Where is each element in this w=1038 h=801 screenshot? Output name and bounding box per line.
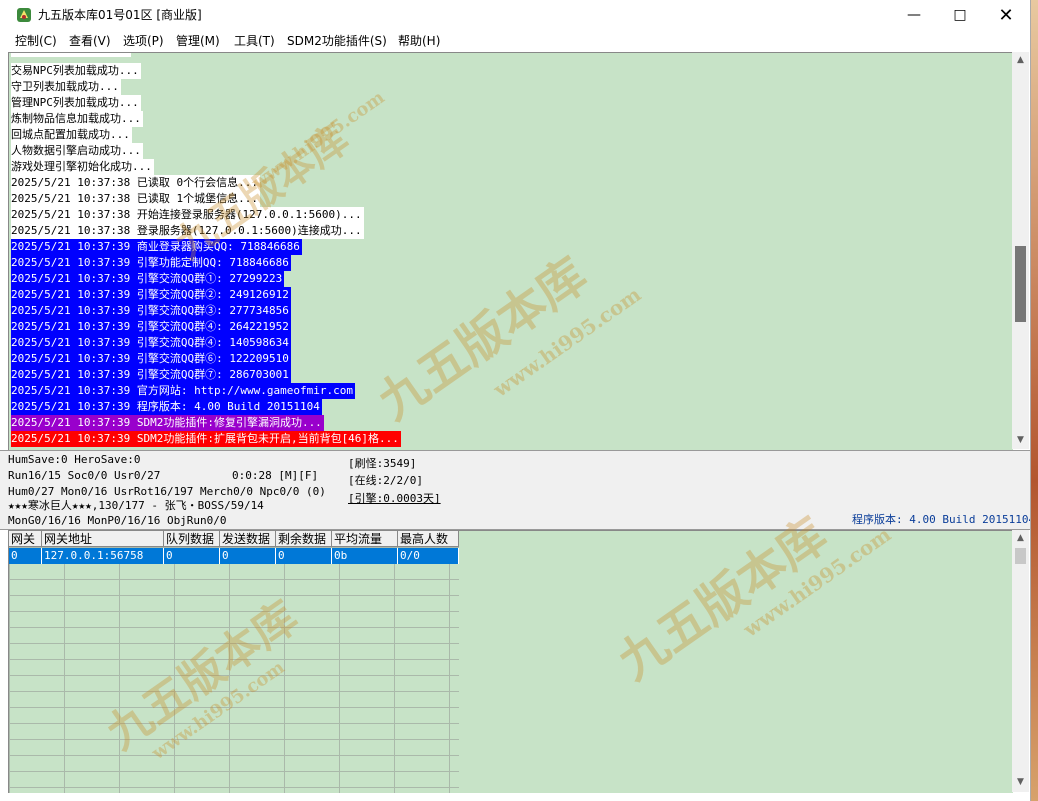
menu-bar: 控制(C) 查看(V) 选项(P) 管理(M) 工具(T) SDM2功能插件(S… bbox=[0, 31, 1030, 51]
log-line: 2025/5/21 10:37:39 商业登录器购买QQ: 718846686 bbox=[11, 239, 302, 255]
log-line: 2025/5/21 10:37:39 SDM2功能插件:扩展背包未开启,当前背包… bbox=[11, 431, 401, 447]
cell-gateway: 0 bbox=[9, 548, 42, 564]
log-line: 2025/5/21 10:37:39 引擎交流QQ群④: 140598634 bbox=[11, 335, 291, 351]
col-header-queue[interactable]: 队列数据 bbox=[164, 531, 220, 547]
log-line: 人物数据引擎启动成功... bbox=[11, 143, 143, 159]
table-scroll-down-icon[interactable]: ▼ bbox=[1012, 774, 1029, 791]
log-line: 2025/5/21 10:37:39 官方网站: http://www.game… bbox=[11, 383, 356, 399]
close-button[interactable]: ✕ bbox=[983, 0, 1029, 31]
col-header-remaining[interactable]: 剩余数据 bbox=[276, 531, 332, 547]
menu-manage[interactable]: 管理(M) bbox=[176, 33, 220, 49]
gateway-table[interactable]: 网关 网关地址 队列数据 发送数据 剩余数据 平均流量 最高人数 0 127.0… bbox=[8, 530, 1013, 793]
close-icon: ✕ bbox=[998, 5, 1014, 26]
table-scroll-up-icon[interactable]: ▲ bbox=[1012, 530, 1029, 547]
col-header-avg-traffic[interactable]: 平均流量 bbox=[332, 531, 398, 547]
desktop-background bbox=[1030, 0, 1038, 801]
log-scroll-thumb[interactable] bbox=[1015, 246, 1026, 322]
minimize-icon: — bbox=[907, 7, 921, 23]
cell-sent: 0 bbox=[220, 548, 276, 564]
window-title: 九五版本库01号01区 [商业版] bbox=[38, 8, 202, 22]
log-line: 2025/5/21 10:37:39 SDM2功能插件:修复引擎漏洞成功... bbox=[11, 415, 324, 431]
status-save: HumSave:0 HeroSave:0 bbox=[8, 453, 141, 466]
log-line: 2025/5/21 10:37:39 引擎功能定制QQ: 718846686 bbox=[11, 255, 291, 271]
status-refresh: [刷怪:3549] bbox=[348, 457, 417, 470]
log-line: 2025/5/21 10:37:39 引擎交流QQ群①: 27299223 bbox=[11, 271, 285, 287]
status-run: Run16/15 Soc0/0 Usr0/27 bbox=[8, 469, 161, 482]
cell-max-users: 0/0 bbox=[398, 548, 459, 564]
status-engine: [引擎:0.0003天] bbox=[348, 492, 441, 505]
log-scrollbar[interactable]: ▲ ▼ bbox=[1012, 52, 1029, 449]
log-line: 2025/5/21 10:37:39 引擎交流QQ群②: 249126912 bbox=[11, 287, 291, 303]
maximize-button[interactable]: □ bbox=[937, 0, 983, 31]
minimize-button[interactable]: — bbox=[891, 0, 937, 31]
maximize-icon: □ bbox=[953, 7, 967, 23]
col-header-max-users[interactable]: 最高人数 bbox=[398, 531, 459, 547]
log-line: 回城点配置加载成功... bbox=[11, 127, 132, 143]
menu-control[interactable]: 控制(C) bbox=[15, 33, 57, 49]
status-counters: Hum0/27 Mon0/16 UsrRot16/197 Merch0/0 Np… bbox=[8, 485, 326, 498]
status-time: 0:0:28 [M][F] bbox=[232, 469, 319, 482]
status-boss: ★★★寒冰巨人★★★,130/177 - 张飞・BOSS/59/14 bbox=[8, 499, 264, 512]
log-line: 游戏处理引擎初始化成功... bbox=[11, 159, 154, 175]
cell-remaining: 0 bbox=[276, 548, 332, 564]
title-bar[interactable]: 九五版本库01号01区 [商业版] — □ ✕ bbox=[0, 0, 1030, 31]
log-line: 2025/5/21 10:37:38 已读取 0个行会信息... bbox=[11, 175, 260, 191]
scroll-up-icon[interactable]: ▲ bbox=[1012, 52, 1029, 69]
log-line: 交易NPC列表加载成功... bbox=[11, 63, 141, 79]
table-grid bbox=[9, 531, 459, 793]
log-line: 2025/5/21 10:37:39 引擎交流QQ群④: 264221952 bbox=[11, 319, 291, 335]
status-online: [在线:2/2/0] bbox=[348, 474, 423, 487]
log-line-partial bbox=[11, 53, 131, 57]
menu-sdm2-plugin[interactable]: SDM2功能插件(S) bbox=[287, 33, 387, 49]
table-scroll-thumb[interactable] bbox=[1015, 548, 1026, 564]
log-line: 炼制物品信息加载成功... bbox=[11, 111, 143, 127]
col-header-gateway[interactable]: 网关 bbox=[9, 531, 42, 547]
log-panel[interactable]: 交易NPC列表加载成功... 守卫列表加载成功... 管理NPC列表加载成功... 炼… bbox=[8, 52, 1013, 450]
menu-view[interactable]: 查看(V) bbox=[69, 33, 111, 49]
cell-queue: 0 bbox=[164, 548, 220, 564]
log-line: 2025/5/21 10:37:39 引擎交流QQ群③: 277734856 bbox=[11, 303, 291, 319]
log-line: 2025/5/21 10:37:38 开始连接登录服务器(127.0.0.1:5… bbox=[11, 207, 364, 223]
table-scrollbar[interactable]: ▲ ▼ bbox=[1012, 530, 1029, 792]
log-line: 守卫列表加载成功... bbox=[11, 79, 121, 95]
main-window: 九五版本库01号01区 [商业版] — □ ✕ 控制(C) 查看(V) 选项(P… bbox=[0, 0, 1031, 801]
menu-help[interactable]: 帮助(H) bbox=[398, 33, 440, 49]
cell-address: 127.0.0.1:56758 bbox=[42, 548, 164, 564]
col-header-address[interactable]: 网关地址 bbox=[42, 531, 164, 547]
log-line: 2025/5/21 10:37:39 程序版本: 4.00 Build 2015… bbox=[11, 399, 322, 415]
col-header-sent[interactable]: 发送数据 bbox=[220, 531, 276, 547]
log-line: 2025/5/21 10:37:38 已读取 1个城堡信息... bbox=[11, 191, 260, 207]
log-line: 2025/5/21 10:37:39 引擎交流QQ群⑥: 122209510 bbox=[11, 351, 291, 367]
status-monster: MonG0/16/16 MonP0/16/16 ObjRun0/0 bbox=[8, 514, 227, 527]
log-line: 管理NPC列表加载成功... bbox=[11, 95, 141, 111]
menu-options[interactable]: 选项(P) bbox=[123, 33, 164, 49]
log-line: 2025/5/21 10:37:38 登录服务器(127.0.0.1:5600)… bbox=[11, 223, 364, 239]
cell-avg-traffic: 0b bbox=[332, 548, 398, 564]
scroll-down-icon[interactable]: ▼ bbox=[1012, 432, 1029, 449]
menu-tools[interactable]: 工具(T) bbox=[234, 33, 275, 49]
program-version: 程序版本: 4.00 Build 20151104 bbox=[852, 513, 1031, 526]
log-line: 2025/5/21 10:37:39 引擎交流QQ群⑦: 286703001 bbox=[11, 367, 291, 383]
app-icon bbox=[17, 8, 31, 22]
status-panel: HumSave:0 HeroSave:0 Run16/15 Soc0/0 Usr… bbox=[0, 450, 1030, 530]
